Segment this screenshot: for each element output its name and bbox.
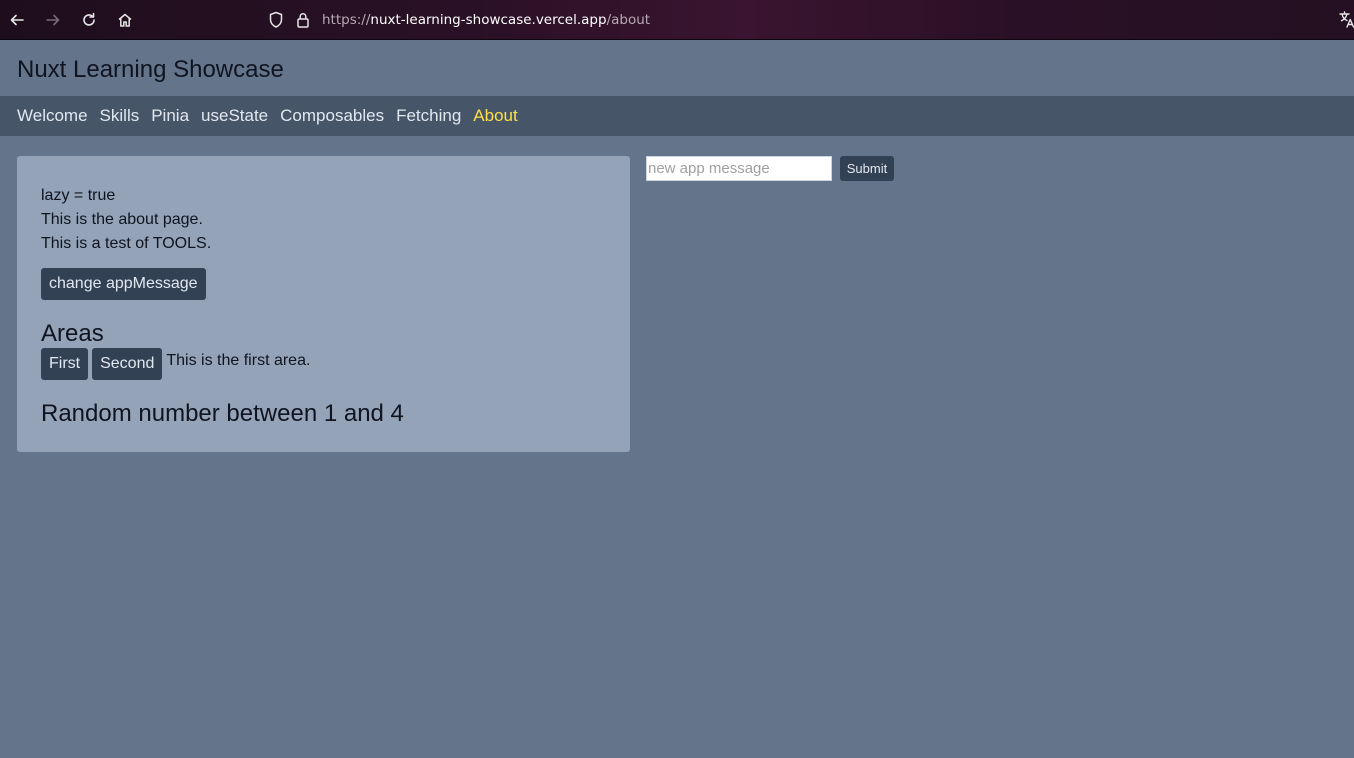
submit-button[interactable]: Submit	[840, 156, 894, 181]
about-card: lazy = true This is the about page. This…	[17, 156, 630, 452]
areas-heading: Areas	[41, 320, 104, 347]
address-bar[interactable]: https://nuxt-learning-showcase.vercel.ap…	[262, 8, 1322, 32]
site-title: Nuxt Learning Showcase	[17, 56, 284, 83]
random-number-heading: Random number between 1 and 4	[41, 400, 404, 427]
back-icon[interactable]	[5, 8, 29, 32]
url-text[interactable]: https://nuxt-learning-showcase.vercel.ap…	[322, 12, 650, 28]
home-icon[interactable]	[113, 8, 137, 32]
shield-icon[interactable]	[268, 11, 284, 34]
main-nav: Welcome Skills Pinia useState Composable…	[0, 96, 1354, 136]
about-text: This is the about page.	[41, 211, 203, 228]
nav-item-fetching[interactable]: Fetching	[396, 106, 461, 126]
area-content-text: This is the first area.	[166, 352, 311, 369]
nav-item-skills[interactable]: Skills	[100, 106, 140, 126]
nav-item-usestate[interactable]: useState	[201, 106, 268, 126]
lazy-text: lazy = true	[41, 187, 116, 204]
lock-icon[interactable]	[296, 11, 310, 34]
area-second-button[interactable]: Second	[92, 348, 163, 380]
translate-icon[interactable]	[1338, 8, 1354, 32]
browser-toolbar: https://nuxt-learning-showcase.vercel.ap…	[0, 0, 1354, 40]
tools-text: This is a test of TOOLS.	[41, 235, 212, 252]
areas-row: First Second This is the first area.	[41, 348, 310, 380]
reload-icon[interactable]	[77, 8, 101, 32]
nav-item-pinia[interactable]: Pinia	[151, 106, 189, 126]
nav-item-composables[interactable]: Composables	[280, 106, 384, 126]
app-message-input[interactable]	[646, 156, 832, 181]
site-header: Nuxt Learning Showcase	[0, 40, 1354, 96]
forward-icon[interactable]	[41, 8, 65, 32]
nav-item-welcome[interactable]: Welcome	[17, 106, 88, 126]
area-first-button[interactable]: First	[41, 348, 89, 380]
nav-item-about[interactable]: About	[473, 106, 517, 126]
change-app-message-button[interactable]: change appMessage	[41, 268, 206, 300]
